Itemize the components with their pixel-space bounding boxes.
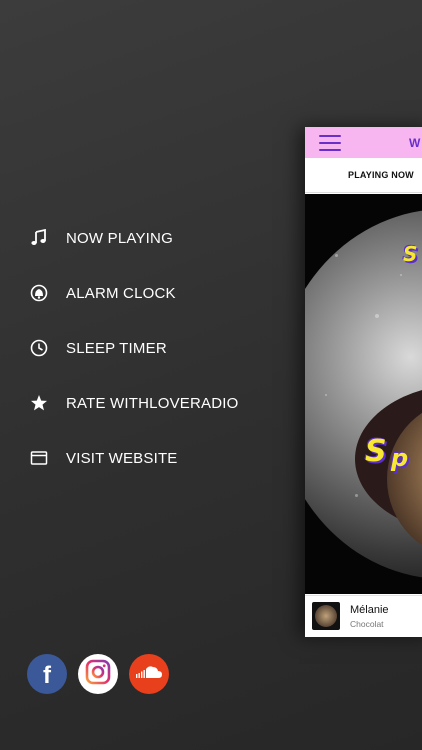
menu-item-label: ALARM CLOCK xyxy=(66,284,176,302)
track-title: Mélanie xyxy=(350,604,389,616)
side-menu: NOW PLAYING ALARM CLOCK SLEEP TIMER RATE… xyxy=(0,0,300,750)
alarm-bell-icon xyxy=(28,282,50,304)
menu-item-visit-website[interactable]: VISIT WEBSITE xyxy=(28,442,178,474)
clock-icon xyxy=(28,337,50,359)
browser-window-icon xyxy=(28,447,50,469)
instagram-button[interactable] xyxy=(78,654,118,694)
menu-item-rate[interactable]: RATE WITHLOVERADIO xyxy=(28,387,239,419)
now-playing-bar[interactable]: Mélanie Chocolat xyxy=(305,595,422,637)
logo-lettering: S xyxy=(403,242,418,266)
tab-playing-now[interactable]: PLAYING NOW xyxy=(348,170,414,180)
app-header: W xyxy=(305,127,422,158)
star-icon xyxy=(28,392,50,414)
menu-item-alarm-clock[interactable]: ALARM CLOCK xyxy=(28,277,176,309)
music-note-icon xyxy=(28,227,50,249)
menu-item-label: NOW PLAYING xyxy=(66,229,173,247)
menu-item-label: SLEEP TIMER xyxy=(66,339,167,357)
hamburger-menu-icon[interactable] xyxy=(319,135,341,151)
track-thumbnail xyxy=(312,602,340,630)
soundcloud-icon xyxy=(135,664,163,685)
track-artist: Chocolat xyxy=(350,619,384,629)
facebook-button[interactable]: f xyxy=(27,654,67,694)
menu-item-sleep-timer[interactable]: SLEEP TIMER xyxy=(28,332,167,364)
album-artwork: S p S xyxy=(305,194,422,594)
facebook-icon: f xyxy=(43,661,51,689)
menu-item-now-playing[interactable]: NOW PLAYING xyxy=(28,222,173,254)
main-screen-panel[interactable]: W PLAYING NOW S p S Mélanie Chocolat xyxy=(305,127,422,637)
menu-item-label: VISIT WEBSITE xyxy=(66,449,178,467)
instagram-icon xyxy=(85,659,111,690)
app-title: W xyxy=(409,136,421,150)
tab-bar: PLAYING NOW xyxy=(305,158,422,193)
logo-lettering: S xyxy=(365,434,387,469)
menu-item-label: RATE WITHLOVERADIO xyxy=(66,394,239,412)
logo-lettering: p xyxy=(391,444,409,472)
soundcloud-button[interactable] xyxy=(129,654,169,694)
